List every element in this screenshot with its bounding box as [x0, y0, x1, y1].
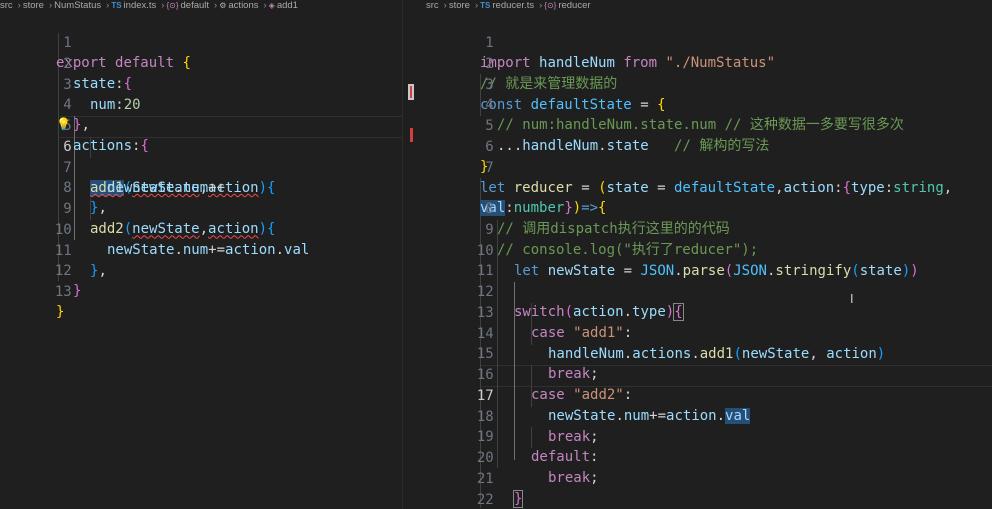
- code-line[interactable]: val:number})=>{: [420, 157, 992, 217]
- code-line[interactable]: 13 }: [0, 261, 402, 321]
- code-line[interactable]: 22: [420, 469, 992, 508]
- code-line[interactable]: 10 let newState = JSON.parse(JSON.string…: [420, 220, 992, 280]
- code-line[interactable]: 6 }: [420, 116, 992, 176]
- symbol-braces-icon: {⊙}: [166, 1, 179, 10]
- code-line[interactable]: 4 },: [0, 74, 402, 134]
- line-number: 13: [54, 283, 72, 300]
- breadcrumb-item[interactable]: actions: [228, 0, 258, 11]
- code-line[interactable]: 7 newState.num++: [0, 137, 402, 197]
- left-editor-pane[interactable]: src › store › NumStatus › TS index.ts › {⊙} defaul…: [0, 0, 402, 509]
- code-line[interactable]: 23: [420, 489, 992, 509]
- chevron-right-icon: ›: [17, 0, 21, 11]
- right-breadcrumb: src › store › TS reducer.ts › {⊙} reducer: [426, 0, 992, 12]
- code-line[interactable]: 2 state:{: [0, 33, 402, 93]
- error-marker: [410, 128, 413, 142]
- code-text: }: [56, 304, 65, 321]
- code-line[interactable]: 3 num:20: [0, 54, 402, 114]
- breadcrumb-item[interactable]: add1: [277, 0, 298, 11]
- code-line[interactable]: 8 },: [0, 157, 402, 217]
- code-line[interactable]: 10 newState.num+=action.val: [0, 199, 402, 259]
- code-line[interactable]: 12 switch(action.type){: [420, 261, 992, 322]
- code-line[interactable]: 3 const defaultState = {: [420, 54, 992, 114]
- code-line[interactable]: 18 break;: [420, 386, 992, 446]
- breadcrumb-item[interactable]: store: [449, 0, 470, 11]
- code-line[interactable]: 16 case "add2":: [420, 344, 992, 404]
- chevron-right-icon: ›: [443, 0, 447, 11]
- code-line[interactable]: 17 newState.num+=action.val: [420, 365, 992, 425]
- code-line[interactable]: 9 // console.log("执行了reducer");: [420, 199, 992, 259]
- code-line[interactable]: 2 // 就是来管理数据的: [420, 33, 992, 93]
- mouse-ibeam-cursor-icon: I: [850, 292, 854, 306]
- code-line[interactable]: 9 add2(newState,action){: [0, 178, 402, 238]
- breadcrumb-item[interactable]: default: [181, 0, 210, 11]
- code-line[interactable]: 1 import handleNum from "./NumStatus": [420, 12, 992, 72]
- code-line[interactable]: 11 },: [0, 220, 402, 280]
- breadcrumb-item[interactable]: reducer.ts: [492, 0, 534, 11]
- code-line[interactable]: 21 }: [420, 448, 992, 509]
- symbol-braces-icon: {⊙}: [544, 1, 557, 10]
- chevron-right-icon: ›: [539, 0, 543, 11]
- editor-splitter[interactable]: [402, 0, 421, 509]
- code-line[interactable]: 13 case "add1":: [420, 282, 992, 342]
- chevron-right-icon: ›: [106, 0, 110, 11]
- code-line[interactable]: 11: [420, 240, 992, 279]
- code-line[interactable]: 5 ...handleNum.state // 解构的写法: [420, 95, 992, 155]
- chevron-right-icon: ›: [263, 0, 267, 11]
- cube-icon: ◈: [268, 1, 275, 10]
- right-editor-pane[interactable]: src › store › TS reducer.ts › {⊙} reducer 1 impo…: [420, 0, 992, 509]
- code-line[interactable]: 14 handleNum.actions.add1(newState, acti…: [420, 303, 992, 363]
- code-line[interactable]: 19 default:: [420, 406, 992, 466]
- breadcrumb-item[interactable]: src: [426, 0, 439, 11]
- typescript-file-icon: TS: [480, 1, 491, 10]
- code-line[interactable]: 20 break;: [420, 427, 992, 487]
- code-text: }: [73, 283, 82, 300]
- breadcrumb-item[interactable]: store: [23, 0, 44, 11]
- code-line[interactable]: 15 break;: [420, 323, 992, 383]
- code-line[interactable]: 7 let reducer = (state = defaultState,ac…: [420, 137, 992, 197]
- code-line[interactable]: 6 💡 add1(newState,action){: [0, 114, 402, 197]
- chevron-right-icon: ›: [214, 0, 218, 11]
- code-line[interactable]: 4 // num:handleNum.state.num // 这种数据一多要写…: [420, 74, 992, 134]
- typescript-file-icon: TS: [111, 1, 122, 10]
- chevron-right-icon: ›: [48, 0, 53, 11]
- chevron-right-icon: ›: [474, 0, 479, 11]
- breadcrumb-item[interactable]: src: [0, 0, 13, 11]
- code-line[interactable]: 12 }: [0, 240, 402, 300]
- error-marker: [410, 86, 412, 98]
- lightbulb-icon[interactable]: 💡: [56, 114, 71, 135]
- breadcrumb-item[interactable]: index.ts: [124, 0, 157, 11]
- chevron-right-icon: ›: [161, 0, 165, 11]
- breadcrumb-item[interactable]: reducer: [558, 0, 590, 11]
- breadcrumb-item[interactable]: NumStatus: [54, 0, 101, 11]
- code-line[interactable]: 1 export default {: [0, 12, 402, 72]
- wrench-icon: ⚙: [219, 1, 227, 10]
- left-breadcrumb: src › store › NumStatus › TS index.ts › {⊙} defaul…: [0, 0, 402, 12]
- code-line[interactable]: 5 actions:{: [0, 95, 402, 155]
- code-line[interactable]: 8 // 调用dispatch执行这里的的代码: [420, 178, 992, 238]
